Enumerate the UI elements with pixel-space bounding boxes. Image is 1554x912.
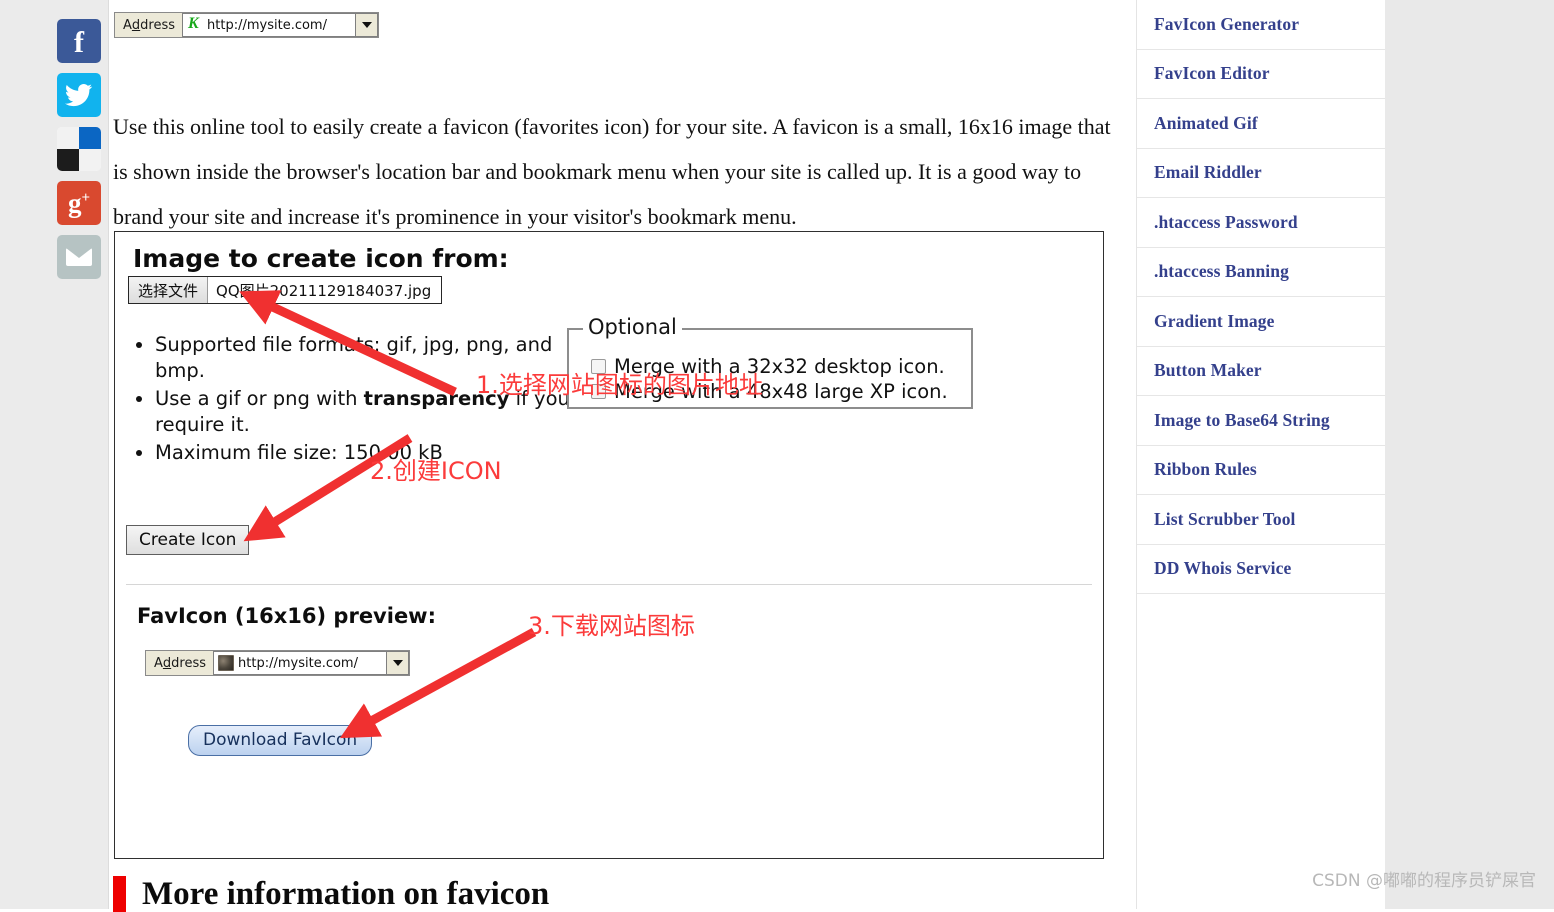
sidebar-item-label: Ribbon Rules bbox=[1154, 459, 1257, 480]
sidebar-item-ribbon-rules[interactable]: Ribbon Rules bbox=[1137, 446, 1385, 495]
sidebar-item-label: FavIcon Editor bbox=[1154, 63, 1270, 84]
sidebar-item-label: .htaccess Banning bbox=[1154, 261, 1289, 282]
favicon-tool-panel: Image to create icon from: 选择文件 QQ图片2021… bbox=[114, 231, 1104, 859]
sample-address-bar: Address http://mysite.com/ bbox=[114, 12, 380, 38]
csdn-watermark: CSDN @嘟嘟的程序员铲屎官 bbox=[1312, 871, 1536, 891]
sidebar-item-label: .htaccess Password bbox=[1154, 211, 1298, 232]
address-bar-dropdown-button[interactable] bbox=[355, 13, 379, 37]
heading-text: More information on favicon bbox=[142, 876, 550, 912]
sidebar-item-label: FavIcon Generator bbox=[1154, 13, 1300, 34]
preview-address-label: Ad dress bbox=[146, 651, 214, 675]
sidebar-item-gradient-image[interactable]: Gradient Image bbox=[1137, 297, 1385, 347]
annotation-step-3: 3.下载网站图标 bbox=[528, 612, 695, 640]
delicious-share-button[interactable] bbox=[57, 127, 101, 171]
optional-legend: Optional bbox=[583, 315, 682, 339]
sidebar-item-label: Animated Gif bbox=[1154, 112, 1258, 133]
sidebar-item-dd-whois-service[interactable]: DD Whois Service bbox=[1137, 545, 1385, 594]
facebook-share-button[interactable]: f bbox=[57, 19, 101, 63]
panel-divider bbox=[126, 584, 1092, 585]
googleplus-icon: g+ bbox=[67, 187, 91, 218]
social-share-rail: f g+ bbox=[0, 0, 109, 909]
facebook-icon: f bbox=[74, 25, 84, 59]
sidebar-item-htaccess-password[interactable]: .htaccess Password bbox=[1137, 198, 1385, 248]
intro-paragraph: Use this online tool to easily create a … bbox=[113, 114, 1111, 229]
address-bar-url: http://mysite.com/ bbox=[207, 17, 327, 33]
address-bar-field[interactable]: http://mysite.com/ bbox=[182, 13, 356, 37]
list-item: Maximum file size: 150.00 kB bbox=[155, 440, 575, 466]
preview-address-url: http://mysite.com/ bbox=[238, 655, 358, 671]
preview-address-field[interactable]: http://mysite.com/ bbox=[213, 651, 387, 675]
generated-favicon-preview bbox=[218, 655, 235, 671]
sidebar-item-label: List Scrubber Tool bbox=[1154, 508, 1296, 529]
selected-file-name: QQ图片20211129184037.jpg bbox=[216, 281, 432, 300]
sidebar-item-image-to-base64[interactable]: Image to Base64 String bbox=[1137, 396, 1385, 446]
googleplus-share-button[interactable]: g+ bbox=[57, 181, 101, 225]
sidebar-item-animated-gif[interactable]: Animated Gif bbox=[1137, 99, 1385, 149]
heading-marker bbox=[113, 876, 126, 912]
list-item-text: Use a gif or png with bbox=[155, 387, 364, 410]
create-icon-button[interactable]: Create Icon bbox=[126, 525, 250, 555]
chevron-down-icon bbox=[361, 22, 372, 28]
main-content: Address http://mysite.com/ Use this onli… bbox=[109, 0, 1135, 912]
preview-address-bar: Ad dress http://mysite.com/ bbox=[145, 650, 411, 676]
sidebar-item-htaccess-banning[interactable]: .htaccess Banning bbox=[1137, 248, 1385, 297]
requirements-list: Supported file formats: gif, jpg, png, a… bbox=[133, 332, 575, 468]
sidebar-item-list-scrubber-tool[interactable]: List Scrubber Tool bbox=[1137, 495, 1385, 545]
twitter-icon bbox=[65, 84, 93, 107]
sidebar-item-email-riddler[interactable]: Email Riddler bbox=[1137, 149, 1385, 198]
sidebar-item-favicon-generator[interactable]: FavIcon Generator bbox=[1137, 0, 1385, 50]
delicious-icon bbox=[57, 127, 101, 171]
chevron-down-icon bbox=[392, 660, 403, 666]
sidebar-item-label: Gradient Image bbox=[1154, 310, 1275, 331]
sidebar-item-label: Button Maker bbox=[1154, 360, 1262, 381]
preview-address-dropdown-button[interactable] bbox=[386, 651, 410, 675]
annotation-step-2: 2.创建ICON bbox=[370, 457, 502, 485]
file-upload-input[interactable]: 选择文件 QQ图片20211129184037.jpg bbox=[128, 276, 443, 304]
sidebar-item-button-maker[interactable]: Button Maker bbox=[1137, 347, 1385, 396]
right-gutter bbox=[1385, 0, 1554, 909]
sidebar-item-label: Image to Base64 String bbox=[1154, 409, 1330, 430]
choose-file-button[interactable]: 选择文件 bbox=[129, 277, 209, 303]
sidebar-item-label: Email Riddler bbox=[1154, 162, 1262, 183]
tools-sidebar: FavIcon Generator FavIcon Editor Animate… bbox=[1136, 0, 1385, 909]
address-bar-label: Ad dress bbox=[115, 13, 183, 37]
twitter-share-button[interactable] bbox=[57, 73, 101, 117]
annotation-step-1: 1.选择网站图标的图片地址 bbox=[476, 371, 763, 399]
sidebar-item-label: DD Whois Service bbox=[1154, 558, 1292, 579]
sidebar-item-favicon-editor[interactable]: FavIcon Editor bbox=[1137, 50, 1385, 99]
more-information-heading: More information on favicon bbox=[113, 876, 549, 912]
envelope-icon bbox=[66, 248, 92, 266]
panel-title: Image to create icon from: bbox=[133, 244, 509, 273]
email-share-button[interactable] bbox=[57, 235, 101, 279]
download-favicon-button[interactable]: Download FavIcon bbox=[188, 725, 373, 756]
favicon-sample-icon bbox=[187, 17, 204, 33]
preview-title: FavIcon (16x16) preview: bbox=[137, 604, 436, 628]
